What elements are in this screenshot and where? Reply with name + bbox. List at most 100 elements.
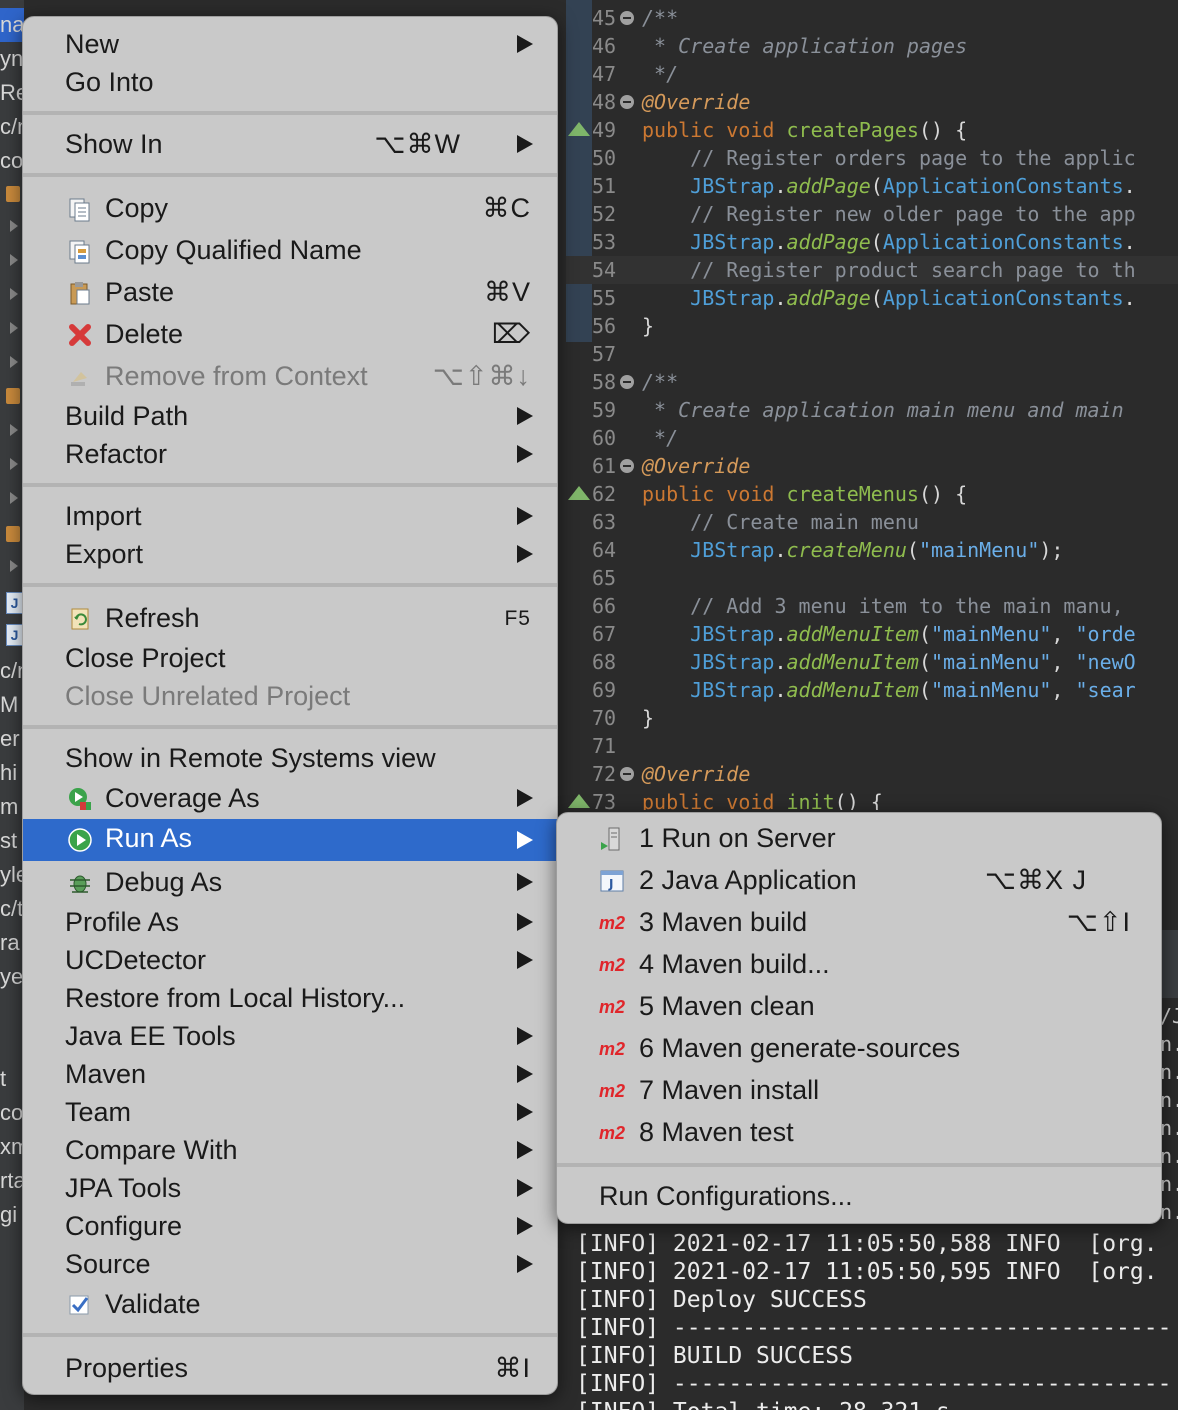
menu-item-copy-qualified-name[interactable]: Copy Qualified Name — [23, 231, 557, 269]
menu-item-paste[interactable]: Paste ⌘V — [23, 273, 557, 311]
menu-item-java-ee-tools[interactable]: Java EE Tools — [23, 1017, 557, 1055]
menu-item-show-remote-systems[interactable]: Show in Remote Systems view — [23, 739, 557, 777]
code-line[interactable]: 49 public void createPages() { — [566, 116, 1178, 144]
submenu-item-maven-generate-sources[interactable]: m2 6 Maven generate-sources — [557, 1029, 1161, 1067]
code-line[interactable]: 47 */ — [566, 60, 1178, 88]
explorer-item-text[interactable]: ra — [0, 930, 24, 956]
menu-item-show-in[interactable]: Show In ⌥⌘W — [23, 125, 557, 163]
fold-toggle-icon[interactable] — [620, 459, 634, 473]
code-line[interactable]: 65 — [566, 564, 1178, 592]
tree-expand-arrow-icon[interactable] — [10, 356, 18, 368]
explorer-item-text[interactable]: yle — [0, 862, 24, 888]
code-editor[interactable]: 45/** 46 * Create application pages 47 */4… — [566, 0, 1178, 810]
explorer-item-text[interactable]: xm — [0, 1134, 24, 1160]
explorer-item-text[interactable]: gi — [0, 1202, 24, 1228]
code-line[interactable]: 59 * Create application main menu and ma… — [566, 396, 1178, 424]
explorer-item-text[interactable]: co — [0, 148, 24, 174]
code-line[interactable]: 57 — [566, 340, 1178, 368]
menu-item-coverage-as[interactable]: Coverage As — [23, 779, 557, 817]
code-line[interactable]: 45 /** — [566, 4, 1178, 32]
menu-item-ucdetector[interactable]: UCDetector — [23, 941, 557, 979]
submenu-item-maven-test[interactable]: m2 8 Maven test — [557, 1113, 1161, 1151]
code-line[interactable]: 53 JBStrap.addPage(ApplicationConstants. — [566, 228, 1178, 256]
explorer-item-text[interactable]: rta — [0, 1168, 24, 1194]
menu-item-copy[interactable]: Copy ⌘C — [23, 189, 557, 227]
code-line[interactable]: 71 — [566, 732, 1178, 760]
explorer-item-text[interactable]: st — [0, 828, 24, 854]
code-line[interactable]: 50 // Register orders page to the applic — [566, 144, 1178, 172]
code-line[interactable]: 55 JBStrap.addPage(ApplicationConstants. — [566, 284, 1178, 312]
code-line[interactable]: 72 @Override — [566, 760, 1178, 788]
fold-toggle-icon[interactable] — [620, 95, 634, 109]
fold-toggle-icon[interactable] — [620, 11, 634, 25]
code-line[interactable]: 48 @Override — [566, 88, 1178, 116]
override-marker-icon[interactable] — [568, 122, 590, 136]
menu-item-configure[interactable]: Configure — [23, 1207, 557, 1245]
menu-item-properties[interactable]: Properties ⌘I — [23, 1349, 557, 1387]
code-line[interactable]: 64 JBStrap.createMenu("mainMenu"); — [566, 536, 1178, 564]
code-line[interactable]: 56} — [566, 312, 1178, 340]
explorer-item-text[interactable]: M — [0, 692, 24, 718]
menu-item-profile-as[interactable]: Profile As — [23, 903, 557, 941]
tree-expand-arrow-icon[interactable] — [10, 220, 18, 232]
code-line[interactable]: 66 // Add 3 menu item to the main manu, — [566, 592, 1178, 620]
explorer-item-text[interactable]: m — [0, 794, 24, 820]
explorer-item-text[interactable]: cor — [0, 1100, 24, 1126]
code-line[interactable]: 69 JBStrap.addMenuItem("mainMenu", "sear — [566, 676, 1178, 704]
explorer-item-text[interactable]: er — [0, 726, 24, 752]
override-marker-icon[interactable] — [568, 794, 590, 808]
menu-item-jpa-tools[interactable]: JPA Tools — [23, 1169, 557, 1207]
menu-item-refactor[interactable]: Refactor — [23, 435, 557, 473]
code-line[interactable]: 62 public void createMenus() { — [566, 480, 1178, 508]
code-line[interactable]: 46 * Create application pages — [566, 32, 1178, 60]
tree-expand-arrow-icon[interactable] — [10, 254, 18, 266]
explorer-item-text[interactable]: t — [0, 1066, 24, 1092]
menu-item-delete[interactable]: Delete ⌦ — [23, 315, 557, 353]
code-line[interactable]: 52 // Register new older page to the app — [566, 200, 1178, 228]
submenu-item-maven-build[interactable]: m2 3 Maven build ⌥⇧I — [557, 903, 1161, 941]
menu-item-restore-local-history[interactable]: Restore from Local History... — [23, 979, 557, 1017]
code-line[interactable]: 58 /** — [566, 368, 1178, 396]
menu-item-new[interactable]: New — [23, 25, 557, 63]
code-line[interactable]: 54 // Register product search page to th — [566, 256, 1178, 284]
explorer-item-text[interactable]: hi — [0, 760, 24, 786]
code-line[interactable]: 63 // Create main menu — [566, 508, 1178, 536]
code-line[interactable]: 60 */ — [566, 424, 1178, 452]
code-line[interactable]: 51 JBStrap.addPage(ApplicationConstants. — [566, 172, 1178, 200]
code-line[interactable]: 73 public void init() { — [566, 788, 1178, 810]
submenu-item-maven-install[interactable]: m2 7 Maven install — [557, 1071, 1161, 1109]
tree-expand-arrow-icon[interactable] — [10, 492, 18, 504]
tree-expand-arrow-icon[interactable] — [10, 458, 18, 470]
submenu-item-run-configurations[interactable]: Run Configurations... — [557, 1177, 1161, 1215]
menu-item-go-into[interactable]: Go Into — [23, 63, 557, 101]
explorer-item-text[interactable]: ye — [0, 964, 24, 990]
code-line[interactable]: 67 JBStrap.addMenuItem("mainMenu", "orde — [566, 620, 1178, 648]
menu-item-maven[interactable]: Maven — [23, 1055, 557, 1093]
tree-expand-arrow-icon[interactable] — [10, 288, 18, 300]
menu-item-export[interactable]: Export — [23, 535, 557, 573]
submenu-item-java-application[interactable]: J 2 Java Application ⌥⌘X J — [557, 861, 1161, 899]
menu-item-source[interactable]: Source — [23, 1245, 557, 1283]
fold-toggle-icon[interactable] — [620, 375, 634, 389]
menu-item-debug-as[interactable]: Debug As — [23, 863, 557, 901]
code-line[interactable]: 61 @Override — [566, 452, 1178, 480]
tree-expand-arrow-icon[interactable] — [10, 560, 18, 572]
menu-item-close-project[interactable]: Close Project — [23, 639, 557, 677]
code-line[interactable]: 70} — [566, 704, 1178, 732]
menu-item-refresh[interactable]: Refresh F5 — [23, 599, 557, 637]
submenu-item-maven-clean[interactable]: m2 5 Maven clean — [557, 987, 1161, 1025]
tree-expand-arrow-icon[interactable] — [10, 322, 18, 334]
explorer-item-text[interactable]: c/n — [0, 114, 24, 140]
menu-item-team[interactable]: Team — [23, 1093, 557, 1131]
explorer-item-text[interactable]: Re — [0, 80, 24, 106]
explorer-item-text[interactable]: c/t — [0, 896, 24, 922]
menu-item-compare-with[interactable]: Compare With — [23, 1131, 557, 1169]
explorer-item-text[interactable]: na — [0, 12, 24, 38]
code-line[interactable]: 68 JBStrap.addMenuItem("mainMenu", "newO — [566, 648, 1178, 676]
submenu-item-run-on-server[interactable]: 1 Run on Server — [557, 819, 1161, 857]
menu-item-run-as[interactable]: Run As — [23, 819, 557, 861]
tree-expand-arrow-icon[interactable] — [10, 424, 18, 436]
override-marker-icon[interactable] — [568, 486, 590, 500]
fold-toggle-icon[interactable] — [620, 767, 634, 781]
menu-item-build-path[interactable]: Build Path — [23, 397, 557, 435]
